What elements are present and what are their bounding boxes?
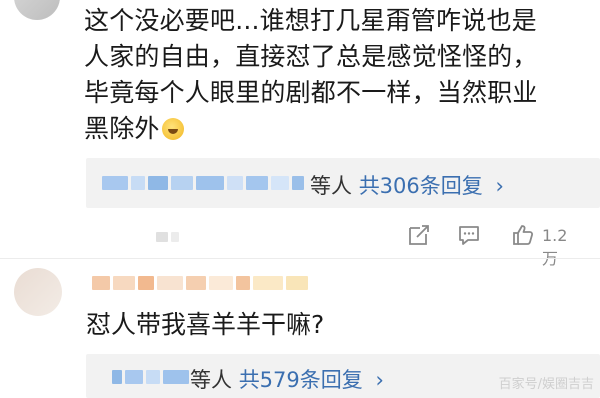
comment-line: 人家的自由，直接怼了总是感觉怪怪的， (84, 42, 538, 71)
comment-text: 这个没必要吧...谁想打几星甭管咋说也是 人家的自由，直接怼了总是感觉怪怪的， … (84, 3, 596, 147)
laughing-face-emoji-icon (161, 118, 184, 140)
blurred-username (102, 176, 304, 190)
share-icon[interactable] (406, 222, 436, 250)
comment-line: 这个没必要吧...谁想打几星甭管咋说也是 (84, 6, 537, 35)
like-icon[interactable] (510, 222, 540, 250)
comment-line: 毕竟每个人眼里的剧都不一样，当然职业 (84, 78, 538, 107)
reply-link[interactable]: 共579条回复 (239, 368, 363, 392)
blurred-username (92, 276, 308, 290)
reply-suffix: 等人 (310, 174, 352, 198)
comment-line: 黑除外 (84, 114, 160, 143)
comment-text: 怼人带我喜羊羊干嘛? (86, 310, 325, 339)
divider (0, 258, 600, 259)
watermark: 百家号/娱圈吉吉 (498, 377, 594, 392)
chevron-right-icon: › (375, 368, 384, 392)
blurred-timestamp (156, 232, 179, 242)
reply-count[interactable]: 等人 共306条回复 › (310, 170, 504, 200)
blurred-username (112, 370, 189, 384)
like-count: 1.2万 (542, 226, 568, 268)
avatar[interactable] (14, 0, 60, 20)
reply-suffix: 等人 (190, 368, 232, 392)
reply-link[interactable]: 共306条回复 (359, 174, 483, 198)
avatar[interactable] (14, 268, 62, 316)
chevron-right-icon: › (495, 174, 504, 198)
reply-count[interactable]: 等人 共579条回复 › (190, 364, 384, 394)
comment-icon[interactable] (456, 222, 486, 250)
